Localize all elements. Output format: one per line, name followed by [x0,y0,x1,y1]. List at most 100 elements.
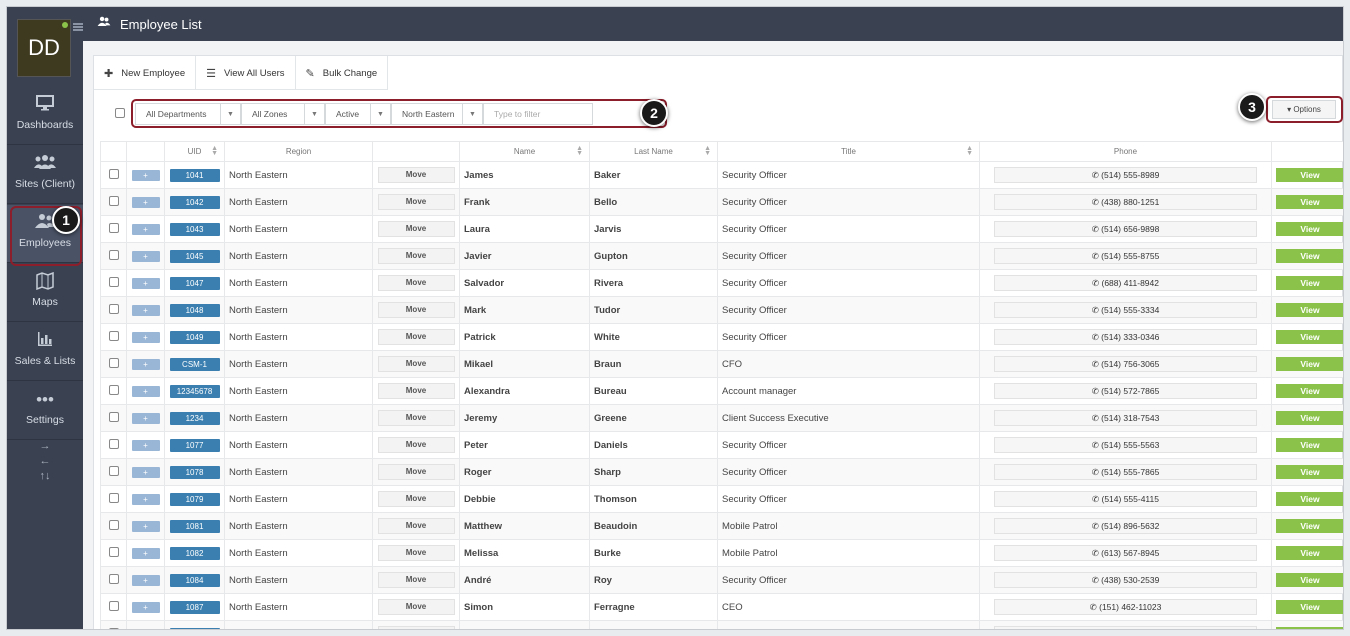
first-name-cell[interactable]: Sarah [459,620,590,629]
table-row[interactable]: +1047 North Eastern Move Salvador Rivera Secu… [100,269,1343,297]
uid-badge[interactable]: 1043 [169,222,220,236]
first-name-cell[interactable]: Jeremy [459,404,590,432]
table-row[interactable]: +1049 North Eastern Move Patrick White Securi… [100,323,1343,351]
last-name-cell[interactable]: Jarvis [589,215,718,243]
expand-button[interactable]: + [131,628,160,629]
move-button[interactable]: Move [377,329,455,345]
first-name-cell[interactable]: Roger [459,458,590,486]
expand-button[interactable]: + [131,385,160,397]
phone-button[interactable]: ✆ (514) 896-5632 [994,518,1257,534]
uid-badge[interactable]: CSM-1 [169,357,220,371]
expand-button[interactable]: + [131,169,160,181]
expand-button[interactable]: + [131,493,160,505]
phone-button[interactable]: ✆ (438) 530-2539 [994,572,1257,588]
sidebar-item-dashboards[interactable]: Dashboards [7,87,83,145]
first-name-cell[interactable]: Simon [459,593,590,621]
row-checkbox[interactable] [108,330,119,341]
view-button[interactable]: View [1276,465,1343,479]
row-checkbox[interactable] [108,222,119,233]
move-button[interactable]: Move [377,518,455,534]
table-row[interactable]: +12345678 North Eastern Move Alexandra Burea… [100,377,1343,405]
row-checkbox[interactable] [108,573,119,584]
row-checkbox[interactable] [108,600,119,611]
phone-button[interactable]: ✆ (514) 656-9898 [994,221,1257,237]
move-button[interactable]: Move [377,410,455,426]
first-name-cell[interactable]: André [459,566,590,594]
row-checkbox[interactable] [108,303,119,314]
view-all-users-button[interactable]: ☰ View All Users [196,56,296,90]
phone-button[interactable]: ✆ (514) 555-4115 [994,491,1257,507]
last-name-cell[interactable]: Evans [589,620,718,629]
view-button[interactable]: View [1276,303,1343,317]
move-button[interactable]: Move [377,221,455,237]
phone-button[interactable]: ✆ (514) 333-0346 [994,329,1257,345]
last-name-cell[interactable]: Ferragne [589,593,718,621]
view-button[interactable]: View [1276,195,1343,209]
view-button[interactable]: View [1276,168,1343,182]
expand-button[interactable]: + [131,277,160,289]
move-button[interactable]: Move [377,275,455,291]
uid-badge[interactable]: 1047 [169,276,220,290]
uid-badge[interactable]: 1049 [169,330,220,344]
first-name-cell[interactable]: Peter [459,431,590,459]
row-checkbox[interactable] [108,411,119,422]
view-button[interactable]: View [1276,492,1343,506]
row-checkbox[interactable] [108,492,119,503]
last-name-cell[interactable]: Roy [589,566,718,594]
move-button[interactable]: Move [377,437,455,453]
phone-button[interactable]: ✆ (514) 572-7865 [994,383,1257,399]
menu-icon[interactable] [73,23,83,31]
move-button[interactable]: Move [377,194,455,210]
view-button[interactable]: View [1276,627,1343,629]
expand-button[interactable]: + [131,574,160,586]
phone-button[interactable]: ✆ (514) 756-3065 [994,356,1257,372]
table-row[interactable]: +1048 North Eastern Move Mark Tudor Security … [100,296,1343,324]
view-button[interactable]: View [1276,600,1343,614]
move-button[interactable]: Move [377,302,455,318]
expand-button[interactable]: + [131,358,160,370]
expand-button[interactable]: + [131,520,160,532]
last-name-cell[interactable]: Rivera [589,269,718,297]
move-button[interactable]: Move [377,545,455,561]
header-region[interactable]: Region [224,141,373,162]
first-name-cell[interactable]: Mikael [459,350,590,378]
move-button[interactable]: Move [377,383,455,399]
expand-button[interactable]: + [131,601,160,613]
last-name-cell[interactable]: White [589,323,718,351]
expand-button[interactable]: + [131,223,160,235]
first-name-cell[interactable]: Matthew [459,512,590,540]
move-button[interactable]: Move [377,356,455,372]
first-name-cell[interactable]: Patrick [459,323,590,351]
last-name-cell[interactable]: Bello [589,188,718,216]
table-row[interactable]: +1079 North Eastern Move Debbie Thomson Secur… [100,485,1343,513]
first-name-cell[interactable]: James [459,161,590,189]
first-name-cell[interactable]: Debbie [459,485,590,513]
first-name-cell[interactable]: Alexandra [459,377,590,405]
row-checkbox[interactable] [108,546,119,557]
last-name-cell[interactable]: Burke [589,539,718,567]
view-button[interactable]: View [1276,357,1343,371]
row-checkbox[interactable] [108,384,119,395]
uid-badge[interactable]: 1079 [169,492,220,506]
table-row[interactable]: +1042 North Eastern Move Frank Bello Security… [100,188,1343,216]
sidebar-item-sites[interactable]: Sites (Client) [7,146,83,204]
last-name-cell[interactable]: Braun [589,350,718,378]
expand-button[interactable]: + [131,547,160,559]
first-name-cell[interactable]: Mark [459,296,590,324]
table-row[interactable]: +1081 North Eastern Move Matthew Beaudoin Mob… [100,512,1343,540]
table-row[interactable]: +1043 North Eastern Move Laura Jarvis Securit… [100,215,1343,243]
phone-button[interactable]: ✆ (613) 567-8945 [994,545,1257,561]
last-name-cell[interactable]: Beaudoin [589,512,718,540]
expand-button[interactable]: + [131,412,160,424]
header-uid[interactable]: UID ▲ ▼ [164,141,225,162]
table-row[interactable]: + CSM-3 North Eastern Move SarahEvansClient … [100,620,1343,629]
phone-button[interactable]: ✆ (514) 555-5563 [994,437,1257,453]
row-checkbox[interactable] [108,276,119,287]
collapse-arrows-icon[interactable]: → ← ↑↓ [7,439,83,484]
new-employee-button[interactable]: ✚ New Employee [94,56,197,90]
phone-button[interactable]: ✆ (688) 411-8942 [994,275,1257,291]
view-button[interactable]: View [1276,276,1343,290]
view-button[interactable]: View [1276,411,1343,425]
table-row[interactable]: +1078 North Eastern Move Roger Sharp Security… [100,458,1343,486]
view-button[interactable]: View [1276,546,1343,560]
